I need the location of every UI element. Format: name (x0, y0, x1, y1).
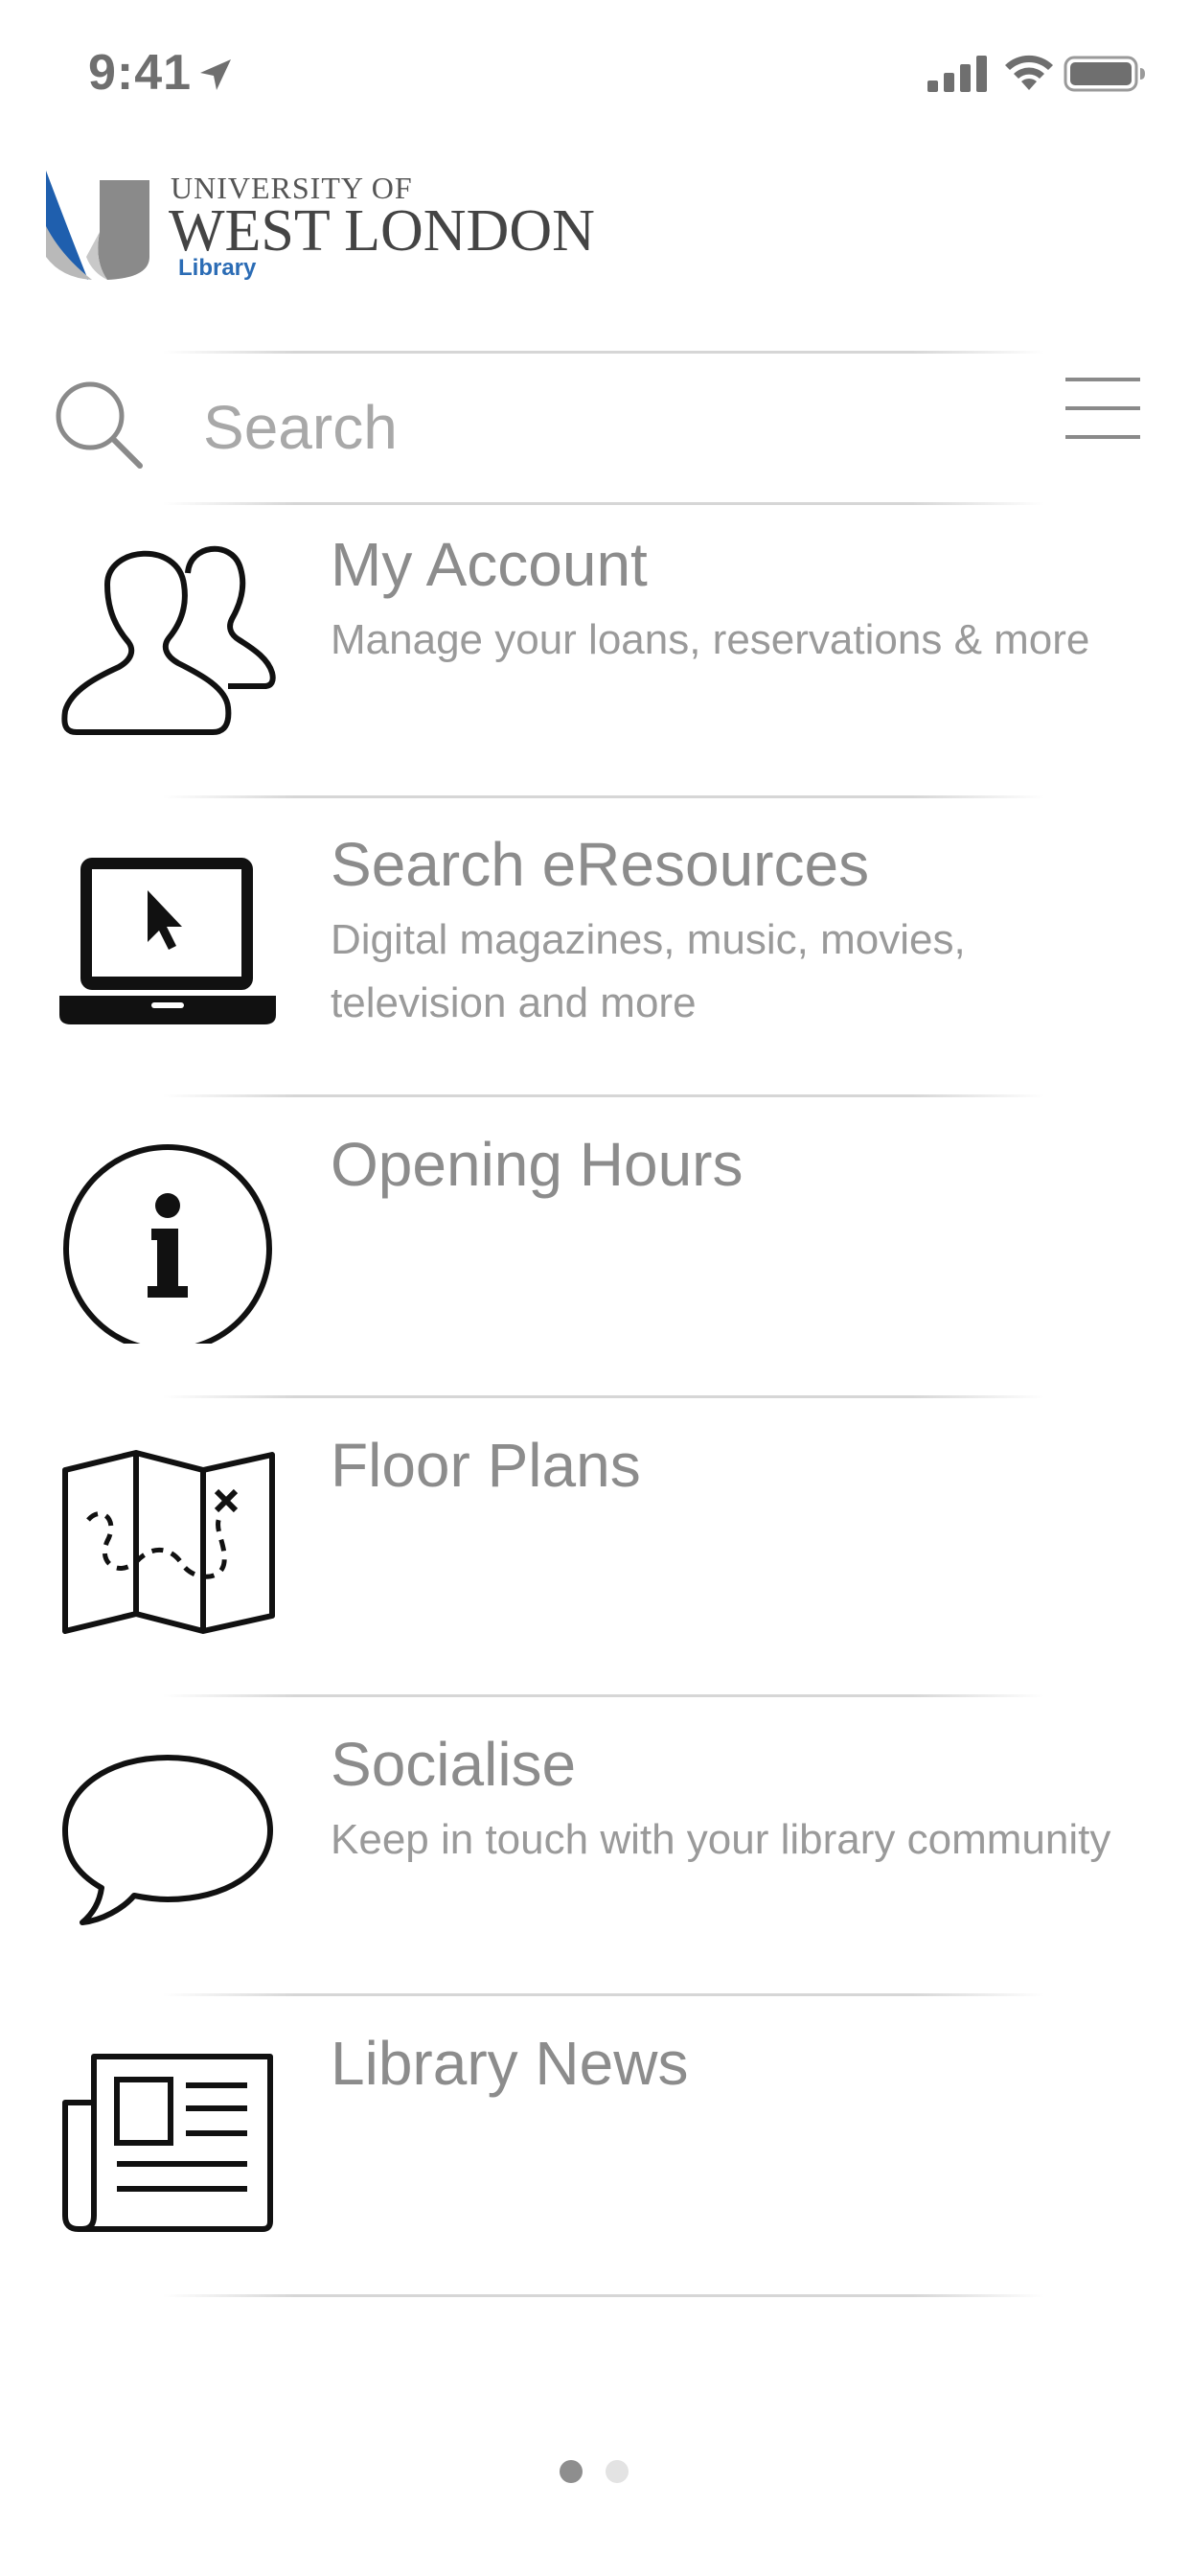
search-input[interactable] (201, 388, 972, 467)
users-icon (61, 545, 276, 735)
menu-item-title: Search eResources (331, 830, 870, 899)
wifi-icon (1005, 55, 1053, 90)
search-bar (0, 355, 1190, 503)
app-screen: 9:41 UNIVERSITY OF WEST LONDON Library S… (0, 0, 1190, 2576)
menu-item-socialise[interactable]: Socialise Keep in touch with your librar… (0, 1708, 1190, 2005)
logo-library: Library (178, 255, 257, 281)
menu-item-subtitle: Manage your loans, reservations & more (331, 616, 1090, 663)
page-dot-inactive[interactable] (606, 2460, 629, 2483)
hamburger-menu-icon[interactable] (1064, 374, 1142, 441)
menu-item-my-account[interactable]: My Account Manage your loans, reservatio… (0, 508, 1190, 805)
status-bar: 9:41 (0, 0, 1190, 144)
menu-item-title: Opening Hours (331, 1130, 744, 1199)
menu-item-search-eresources[interactable]: Search eResources Digital magazines, mus… (0, 808, 1190, 1105)
divider (163, 1395, 1044, 1398)
logo-emblem-icon (46, 171, 149, 280)
laptop-icon (59, 858, 276, 1024)
menu-item-title: Library News (331, 2029, 689, 2098)
newspaper-icon (62, 2054, 273, 2232)
cellular-signal-icon (927, 56, 987, 92)
menu-item-title: Socialise (331, 1730, 577, 1799)
map-icon (62, 1450, 275, 1634)
menu-item-library-news[interactable]: Library News (0, 2007, 1190, 2304)
divider (163, 1694, 1044, 1697)
info-icon (63, 1144, 272, 1344)
menu-item-subtitle: Digital magazines, music, movies, televi… (331, 916, 966, 1026)
battery-icon (1064, 56, 1145, 92)
menu-item-title: Floor Plans (331, 1431, 641, 1500)
divider (163, 351, 1044, 354)
location-arrow-icon (200, 59, 231, 90)
menu-item-opening-hours[interactable]: Opening Hours (0, 1108, 1190, 1405)
menu-item-floor-plans[interactable]: Floor Plans (0, 1409, 1190, 1706)
menu-item-subtitle: Keep in touch with your library communit… (331, 1816, 1111, 1863)
divider (163, 2294, 1044, 2297)
search-icon[interactable] (50, 376, 146, 472)
divider (163, 795, 1044, 798)
speech-bubble-icon (62, 1755, 273, 1925)
university-logo: UNIVERSITY OF WEST LONDON Library (42, 163, 636, 288)
page-dot-active[interactable] (560, 2460, 583, 2483)
divider (163, 1094, 1044, 1097)
menu-item-title: My Account (331, 530, 648, 599)
divider (163, 1993, 1044, 1996)
page-indicator[interactable] (556, 2458, 634, 2487)
divider (163, 502, 1044, 505)
status-time: 9:41 (88, 45, 193, 101)
